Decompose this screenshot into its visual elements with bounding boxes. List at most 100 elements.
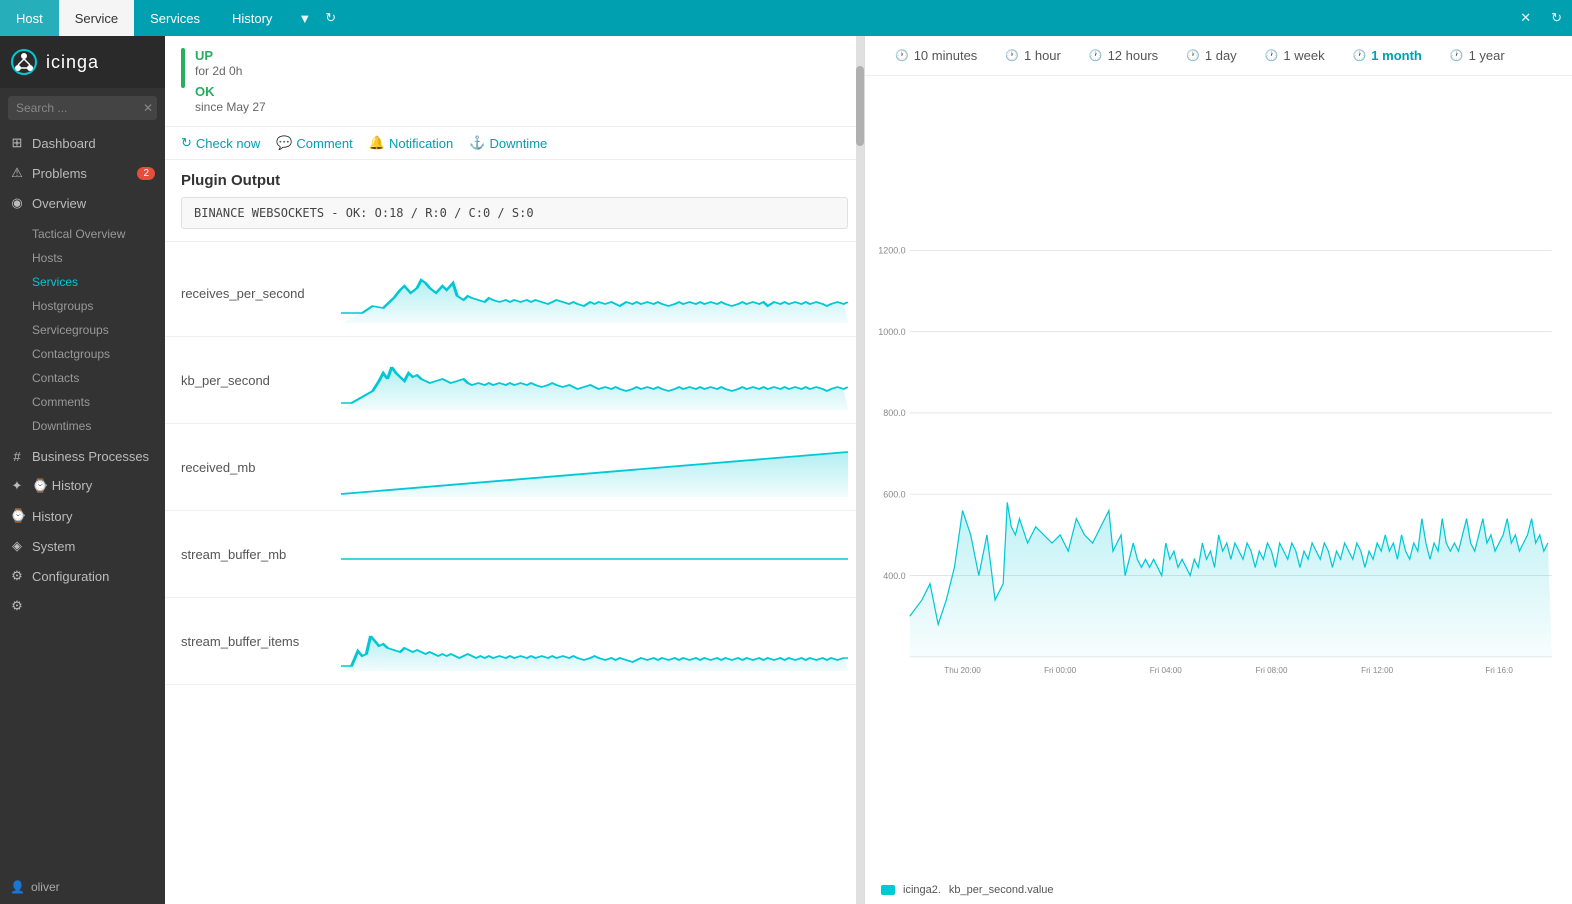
scroll-indicator[interactable]	[856, 36, 864, 904]
time-range-1week[interactable]: 🕐 1 week	[1251, 44, 1339, 67]
time-range-label-1week: 1 week	[1283, 48, 1324, 63]
status-indicator	[181, 48, 185, 88]
chart-sparkline-received-mb[interactable]	[341, 432, 848, 502]
svg-text:400.0: 400.0	[883, 571, 905, 581]
clock-icon-1day: 🕐	[1186, 49, 1200, 62]
sidebar-item-contacts[interactable]: Contacts	[0, 366, 165, 390]
charts-list: receives_per_second	[165, 242, 864, 904]
sidebar-item-services[interactable]: Services	[0, 270, 165, 294]
sidebar: icinga ✕ ⊞ Dashboard ⚠ Problems 2 ◉ Over…	[0, 36, 165, 904]
svg-text:Thu 20:00: Thu 20:00	[944, 666, 981, 675]
sidebar-item-history[interactable]: ⌚ History	[0, 501, 165, 531]
system-icon: ⚙	[10, 568, 24, 584]
time-range-1day[interactable]: 🕐 1 day	[1172, 44, 1251, 67]
refresh-icon[interactable]: ↻	[321, 6, 340, 30]
time-range-bar: 🕐 10 minutes 🕐 1 hour 🕐 12 hours 🕐 1 day…	[865, 36, 1572, 76]
problems-badge: 2	[137, 167, 155, 180]
sidebar-item-dashboard[interactable]: ⊞ Dashboard	[0, 128, 165, 158]
comment-button[interactable]: 💬 Comment	[276, 135, 353, 151]
search-input[interactable]	[8, 96, 157, 120]
downtime-icon: ⚓	[469, 135, 485, 151]
business-processes-icon: #	[10, 449, 24, 464]
main-chart-container[interactable]: 1200.0 1000.0 800.0 600.0 400.0 Thu 20:0…	[865, 76, 1572, 880]
sidebar-logo: icinga	[0, 36, 165, 88]
time-range-10min[interactable]: 🕐 10 minutes	[881, 44, 991, 67]
sidebar-item-label: Overview	[32, 196, 86, 211]
ok-label: OK	[195, 84, 215, 99]
time-range-1hour[interactable]: 🕐 1 hour	[991, 44, 1075, 67]
sidebar-item-configuration[interactable]: ⚙	[0, 591, 165, 621]
plugin-output-content: BINANCE WEBSOCKETS - OK: O:18 / R:0 / C:…	[181, 197, 848, 229]
tab-history[interactable]: History	[216, 0, 288, 36]
sidebar-item-hosts[interactable]: Hosts	[0, 246, 165, 270]
status-ok-text: OK since May 27	[195, 84, 266, 114]
sidebar-item-label: System	[32, 539, 75, 554]
time-range-1month[interactable]: 🕐 1 month	[1339, 44, 1436, 67]
sidebar-item-icinga-director[interactable]: ✦ ⌚ History	[0, 471, 165, 501]
time-range-label-12hours: 12 hours	[1108, 48, 1159, 63]
user-icon: 👤	[10, 880, 25, 894]
check-now-button[interactable]: ↻ Check now	[181, 135, 260, 151]
chart-legend: icinga2. kb_per_second.value	[865, 880, 1572, 904]
check-now-label: Check now	[196, 136, 260, 151]
svg-text:Fri 12:00: Fri 12:00	[1361, 666, 1393, 675]
sidebar-item-problems[interactable]: ⚠ Problems 2	[0, 158, 165, 188]
notification-button[interactable]: 🔔 Notification	[369, 135, 454, 151]
check-now-icon: ↻	[181, 135, 192, 151]
sidebar-overview-subitems: Tactical Overview Hosts Services Hostgro…	[0, 218, 165, 442]
sidebar-item-maps[interactable]: ◈ System	[0, 531, 165, 561]
dashboard-icon: ⊞	[10, 135, 24, 151]
sidebar-item-tactical-overview[interactable]: Tactical Overview	[0, 222, 165, 246]
sidebar-search-container: ✕	[0, 88, 165, 128]
up-label: UP	[195, 48, 213, 63]
sidebar-item-label: Dashboard	[32, 136, 96, 151]
sidebar-user[interactable]: 👤 oliver	[0, 870, 165, 904]
chart-sparkline-receives-per-second[interactable]	[341, 258, 848, 328]
sidebar-item-hostgroups[interactable]: Hostgroups	[0, 294, 165, 318]
up-duration: for 2d 0h	[195, 64, 242, 78]
chart-sparkline-stream-buffer-items[interactable]	[341, 606, 848, 676]
svg-text:Fri 08:00: Fri 08:00	[1255, 666, 1287, 675]
close-icon[interactable]: ✕	[1510, 10, 1541, 26]
sidebar-item-business-processes[interactable]: # Business Processes	[0, 442, 165, 471]
dropdown-icon[interactable]: ▼	[294, 7, 315, 30]
time-range-12hours[interactable]: 🕐 12 hours	[1075, 44, 1172, 67]
chart-label-kb-per-second: kb_per_second	[181, 373, 341, 388]
svg-text:1200.0: 1200.0	[878, 246, 905, 256]
action-buttons: ↻ Check now 💬 Comment 🔔 Notification ⚓ D…	[165, 127, 864, 160]
clock-icon-1year: 🕐	[1450, 49, 1464, 62]
chart-label-stream-buffer-items: stream_buffer_items	[181, 634, 341, 649]
left-panel: UP for 2d 0h OK since May 27	[165, 36, 865, 904]
chart-label-receives-per-second: receives_per_second	[181, 286, 341, 301]
chart-row-kb-per-second: kb_per_second	[165, 337, 864, 424]
tab-service[interactable]: Service	[59, 0, 134, 36]
sidebar-item-downtimes[interactable]: Downtimes	[0, 414, 165, 438]
icinga-logo-icon	[10, 48, 38, 76]
problems-icon: ⚠	[10, 165, 24, 181]
body-layout: icinga ✕ ⊞ Dashboard ⚠ Problems 2 ◉ Over…	[0, 36, 1572, 904]
chart-sparkline-kb-per-second[interactable]	[341, 345, 848, 415]
configuration-icon: ⚙	[10, 598, 24, 614]
chart-row-stream-buffer-mb: stream_buffer_mb	[165, 511, 864, 598]
clock-icon-1month: 🕐	[1353, 49, 1367, 62]
sidebar-item-servicegroups[interactable]: Servicegroups	[0, 318, 165, 342]
right-panel: 🕐 10 minutes 🕐 1 hour 🕐 12 hours 🕐 1 day…	[865, 36, 1572, 904]
svg-text:600.0: 600.0	[883, 490, 905, 500]
refresh2-icon[interactable]: ↻	[1541, 10, 1572, 26]
chart-label-received-mb: received_mb	[181, 460, 341, 475]
svg-text:1000.0: 1000.0	[878, 327, 905, 337]
tab-host[interactable]: Host	[0, 0, 59, 36]
chart-sparkline-stream-buffer-mb[interactable]	[341, 519, 848, 589]
time-range-1year[interactable]: 🕐 1 year	[1436, 44, 1519, 67]
overview-icon: ◉	[10, 195, 24, 211]
sidebar-item-contactgroups[interactable]: Contactgroups	[0, 342, 165, 366]
status-up-text: UP for 2d 0h	[195, 48, 266, 78]
time-range-label-1year: 1 year	[1469, 48, 1505, 63]
sidebar-item-overview[interactable]: ◉ Overview	[0, 188, 165, 218]
search-close-icon[interactable]: ✕	[143, 101, 153, 115]
tab-services[interactable]: Services	[134, 0, 216, 36]
sidebar-item-system[interactable]: ⚙ Configuration	[0, 561, 165, 591]
sidebar-item-comments[interactable]: Comments	[0, 390, 165, 414]
time-range-label-1month: 1 month	[1371, 48, 1422, 63]
downtime-button[interactable]: ⚓ Downtime	[469, 135, 547, 151]
